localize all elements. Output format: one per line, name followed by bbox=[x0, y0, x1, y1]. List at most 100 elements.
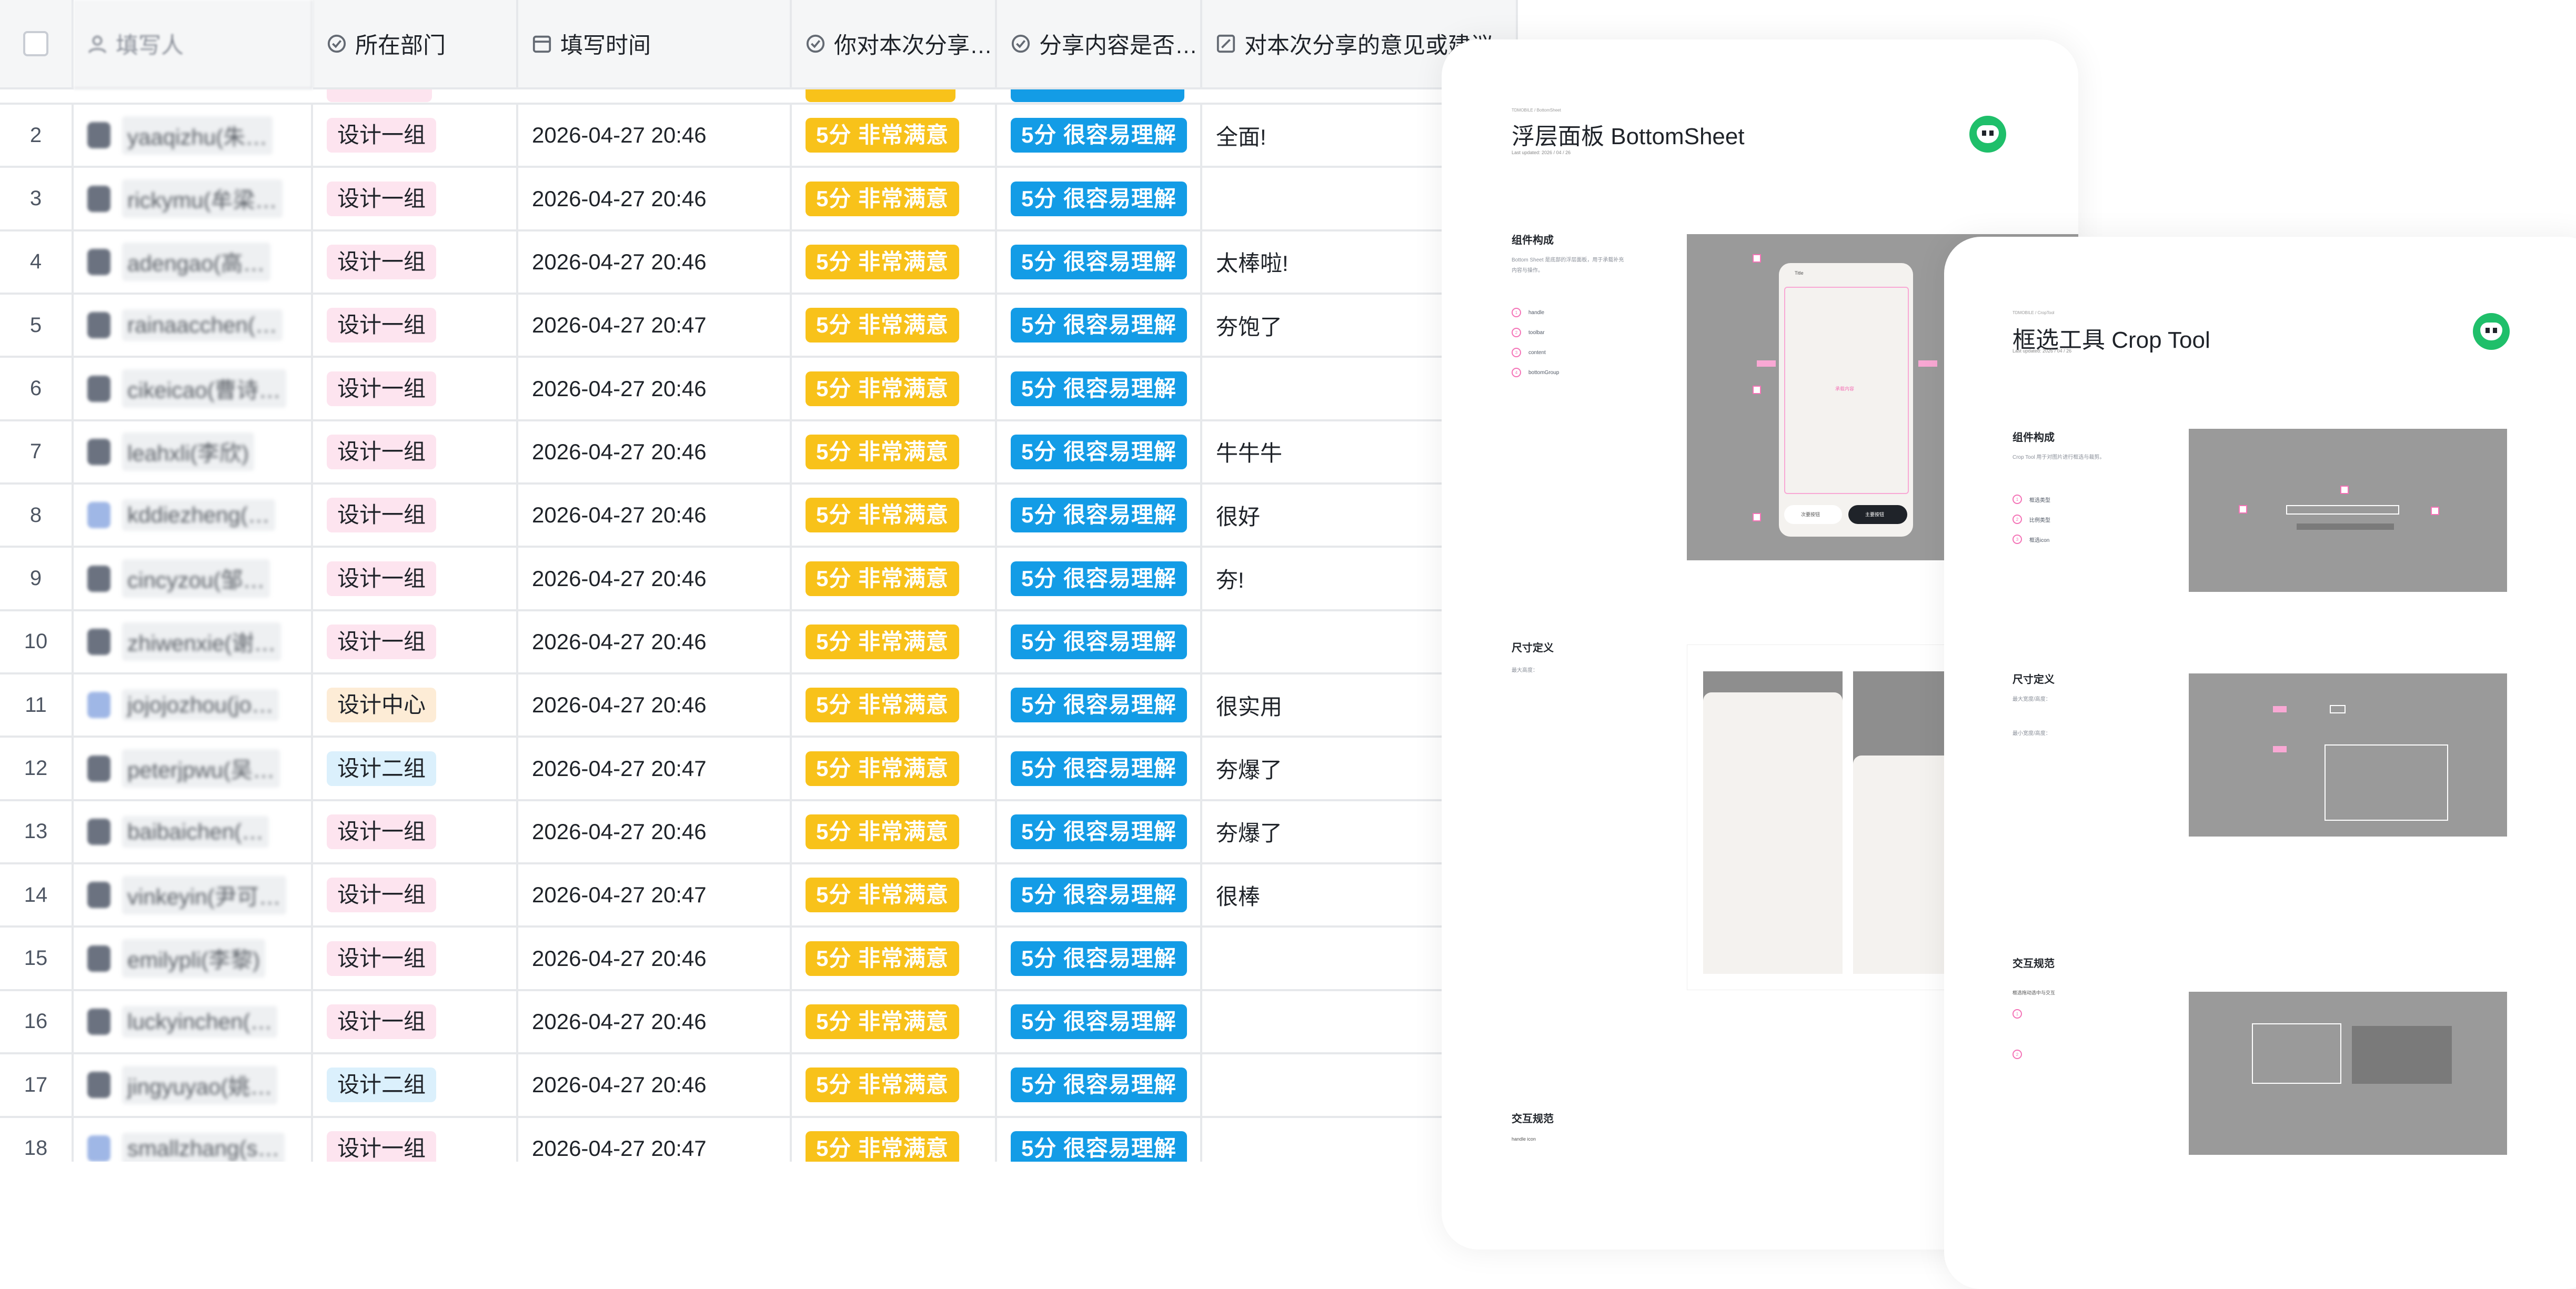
cell-filler[interactable]: jojojozhou(jo… bbox=[74, 674, 313, 738]
cell-time[interactable]: 2026-04-27 20:46 bbox=[518, 485, 792, 548]
column-header-label: 所在部门 bbox=[355, 33, 446, 58]
cell-filler[interactable]: kddiezheng(… bbox=[74, 485, 313, 548]
cell-satisfaction[interactable]: 5分 非常满意 bbox=[792, 738, 997, 801]
cell-satisfaction[interactable]: 5分 非常满意 bbox=[792, 421, 997, 485]
cell-time[interactable]: 2026-04-27 20:46 bbox=[518, 1054, 792, 1118]
cell-dept[interactable]: 设计一组 bbox=[313, 611, 518, 675]
cell-filler[interactable]: baibaichen(… bbox=[74, 801, 313, 865]
cell-dept[interactable]: 设计一组 bbox=[313, 421, 518, 485]
row-index: 11 bbox=[0, 674, 74, 738]
cell-filler[interactable]: emilypli(李黎) bbox=[74, 928, 313, 991]
cell-time[interactable]: 2026-04-27 20:46 bbox=[518, 358, 792, 421]
cell-satisfaction[interactable]: 5分 非常满意 bbox=[792, 485, 997, 548]
cell-satisfaction[interactable]: 5分 非常满意 bbox=[792, 105, 997, 168]
cell-satisfaction[interactable]: 5分 非常满意 bbox=[792, 1054, 997, 1118]
cell-dept[interactable]: 设计二组 bbox=[313, 1054, 518, 1118]
cell-dept[interactable]: 设计一组 bbox=[313, 548, 518, 611]
cell-time[interactable]: 2026-04-27 20:46 bbox=[518, 168, 792, 231]
cell-dept[interactable]: 设计一组 bbox=[313, 991, 518, 1055]
cell-satisfaction[interactable]: 5分 非常满意 bbox=[792, 358, 997, 421]
cell-time[interactable]: 2026-04-27 20:46 bbox=[518, 991, 792, 1055]
cell-satisfaction[interactable]: 5分 非常满意 bbox=[792, 864, 997, 928]
cell-dept[interactable]: 设计中心 bbox=[313, 674, 518, 738]
cell-understand[interactable]: 5分 很容易理解 bbox=[997, 231, 1202, 295]
cancel-button[interactable]: 次要按钮 bbox=[1784, 505, 1842, 524]
cell-dept[interactable]: 设计一组 bbox=[313, 928, 518, 991]
cell-dept[interactable]: 设计一组 bbox=[313, 168, 518, 231]
cell-understand[interactable]: 5分 很容易理解 bbox=[997, 928, 1202, 991]
cell-time[interactable]: 2026-04-27 20:47 bbox=[518, 738, 792, 801]
cell-time[interactable]: 2026-04-27 20:46 bbox=[518, 801, 792, 865]
cell-satisfaction[interactable]: 5分 非常满意 bbox=[792, 548, 997, 611]
cell-satisfaction[interactable]: 5分 非常满意 bbox=[792, 168, 997, 231]
cell-time[interactable]: 2026-04-27 20:47 bbox=[518, 864, 792, 928]
column-header-time[interactable]: 填写时间 bbox=[518, 0, 792, 89]
cell-time[interactable]: 2026-04-27 20:46 bbox=[518, 231, 792, 295]
cell-satisfaction[interactable]: 5分 非常满意 bbox=[792, 1117, 997, 1162]
cell-understand[interactable]: 5分 很容易理解 bbox=[997, 421, 1202, 485]
cell-satisfaction[interactable]: 5分 非常满意 bbox=[792, 611, 997, 675]
cell-filler[interactable]: adengao(高… bbox=[74, 231, 313, 295]
cell-filler[interactable]: luckyinchen(… bbox=[74, 991, 313, 1055]
cell-understand[interactable]: 5分 很容易理解 bbox=[997, 105, 1202, 168]
cell-understand[interactable]: 5分 很容易理解 bbox=[997, 991, 1202, 1055]
select-all-checkbox[interactable] bbox=[23, 31, 48, 56]
cell-understand[interactable]: 5分 很容易理解 bbox=[997, 1054, 1202, 1118]
cell-time[interactable]: 2026-04-27 20:46 bbox=[518, 421, 792, 485]
cell-satisfaction[interactable]: 5分 非常满意 bbox=[792, 928, 997, 991]
cell-filler[interactable]: cikeicao(曹诗… bbox=[74, 358, 313, 421]
cell-filler[interactable]: jingyuyao(姚… bbox=[74, 1054, 313, 1118]
cell-time[interactable]: 2026-04-27 20:46 bbox=[518, 674, 792, 738]
cell-filler[interactable]: peterjpwu(吴… bbox=[74, 738, 313, 801]
column-header-dept[interactable]: 所在部门 bbox=[313, 0, 518, 89]
cell-dept[interactable]: 设计一组 bbox=[313, 231, 518, 295]
cell-filler[interactable]: smallzhang(s… bbox=[74, 1117, 313, 1162]
cell-dept[interactable]: 设计一组 bbox=[313, 295, 518, 358]
cell-dept[interactable]: 设计一组 bbox=[313, 801, 518, 865]
cell-understand[interactable]: 5分 很容易理解 bbox=[997, 548, 1202, 611]
cell-satisfaction[interactable]: 5分 非常满意 bbox=[792, 674, 997, 738]
cell-understand[interactable]: 5分 很容易理解 bbox=[997, 168, 1202, 231]
cell-understand[interactable]: 5分 很容易理解 bbox=[997, 738, 1202, 801]
column-header-understand[interactable]: 分享内容是否… bbox=[997, 0, 1202, 89]
cell-filler[interactable]: rickymu(牟梁… bbox=[74, 168, 313, 231]
cell-dept[interactable]: 设计一组 bbox=[313, 105, 518, 168]
cell-filler[interactable]: vinkeyin(尹可… bbox=[74, 864, 313, 928]
doc-card-croptool[interactable]: TDMOBILE / CropTool 框选工具 Crop Tool Last … bbox=[1944, 237, 2576, 1289]
cell-dept[interactable]: 设计一组 bbox=[313, 1117, 518, 1162]
cell-time[interactable]: 2026-04-27 20:46 bbox=[518, 548, 792, 611]
cell-understand[interactable]: 5分 很容易理解 bbox=[997, 295, 1202, 358]
cell-satisfaction[interactable]: 5分 非常满意 bbox=[792, 801, 997, 865]
cell-understand[interactable]: 5分 很容易理解 bbox=[997, 1117, 1202, 1162]
partial-row-cell bbox=[74, 89, 313, 105]
row-index: 9 bbox=[0, 548, 74, 611]
cell-time[interactable]: 2026-04-27 20:46 bbox=[518, 105, 792, 168]
cell-filler[interactable]: zhiwenxie(谢… bbox=[74, 611, 313, 675]
cell-understand[interactable]: 5分 很容易理解 bbox=[997, 485, 1202, 548]
cell-understand[interactable]: 5分 很容易理解 bbox=[997, 864, 1202, 928]
select-all-cell[interactable] bbox=[0, 0, 74, 89]
cell-understand[interactable]: 5分 很容易理解 bbox=[997, 611, 1202, 675]
user-name: jojojozhou(jo… bbox=[122, 689, 279, 721]
cell-dept[interactable]: 设计一组 bbox=[313, 485, 518, 548]
cell-satisfaction[interactable]: 5分 非常满意 bbox=[792, 991, 997, 1055]
cell-satisfaction[interactable]: 5分 非常满意 bbox=[792, 295, 997, 358]
column-header-filler[interactable]: 填写人 bbox=[74, 0, 313, 89]
cell-satisfaction[interactable]: 5分 非常满意 bbox=[792, 231, 997, 295]
cell-time[interactable]: 2026-04-27 20:46 bbox=[518, 611, 792, 675]
cell-time[interactable]: 2026-04-27 20:46 bbox=[518, 928, 792, 991]
cell-dept[interactable]: 设计一组 bbox=[313, 864, 518, 928]
cell-time[interactable]: 2026-04-27 20:47 bbox=[518, 1117, 792, 1162]
cell-understand[interactable]: 5分 很容易理解 bbox=[997, 801, 1202, 865]
cell-dept[interactable]: 设计二组 bbox=[313, 738, 518, 801]
cell-understand[interactable]: 5分 很容易理解 bbox=[997, 674, 1202, 738]
cell-dept[interactable]: 设计一组 bbox=[313, 358, 518, 421]
cell-filler[interactable]: rainaacchen(… bbox=[74, 295, 313, 358]
column-header-satisfaction[interactable]: 你对本次分享… bbox=[792, 0, 997, 89]
cell-time[interactable]: 2026-04-27 20:47 bbox=[518, 295, 792, 358]
cell-filler[interactable]: cincyzou(邹… bbox=[74, 548, 313, 611]
confirm-button[interactable]: 主要按钮 bbox=[1848, 505, 1907, 524]
cell-understand[interactable]: 5分 很容易理解 bbox=[997, 358, 1202, 421]
cell-filler[interactable]: leahxli(李欣) bbox=[74, 421, 313, 485]
cell-filler[interactable]: yaaqizhu(朱… bbox=[74, 105, 313, 168]
